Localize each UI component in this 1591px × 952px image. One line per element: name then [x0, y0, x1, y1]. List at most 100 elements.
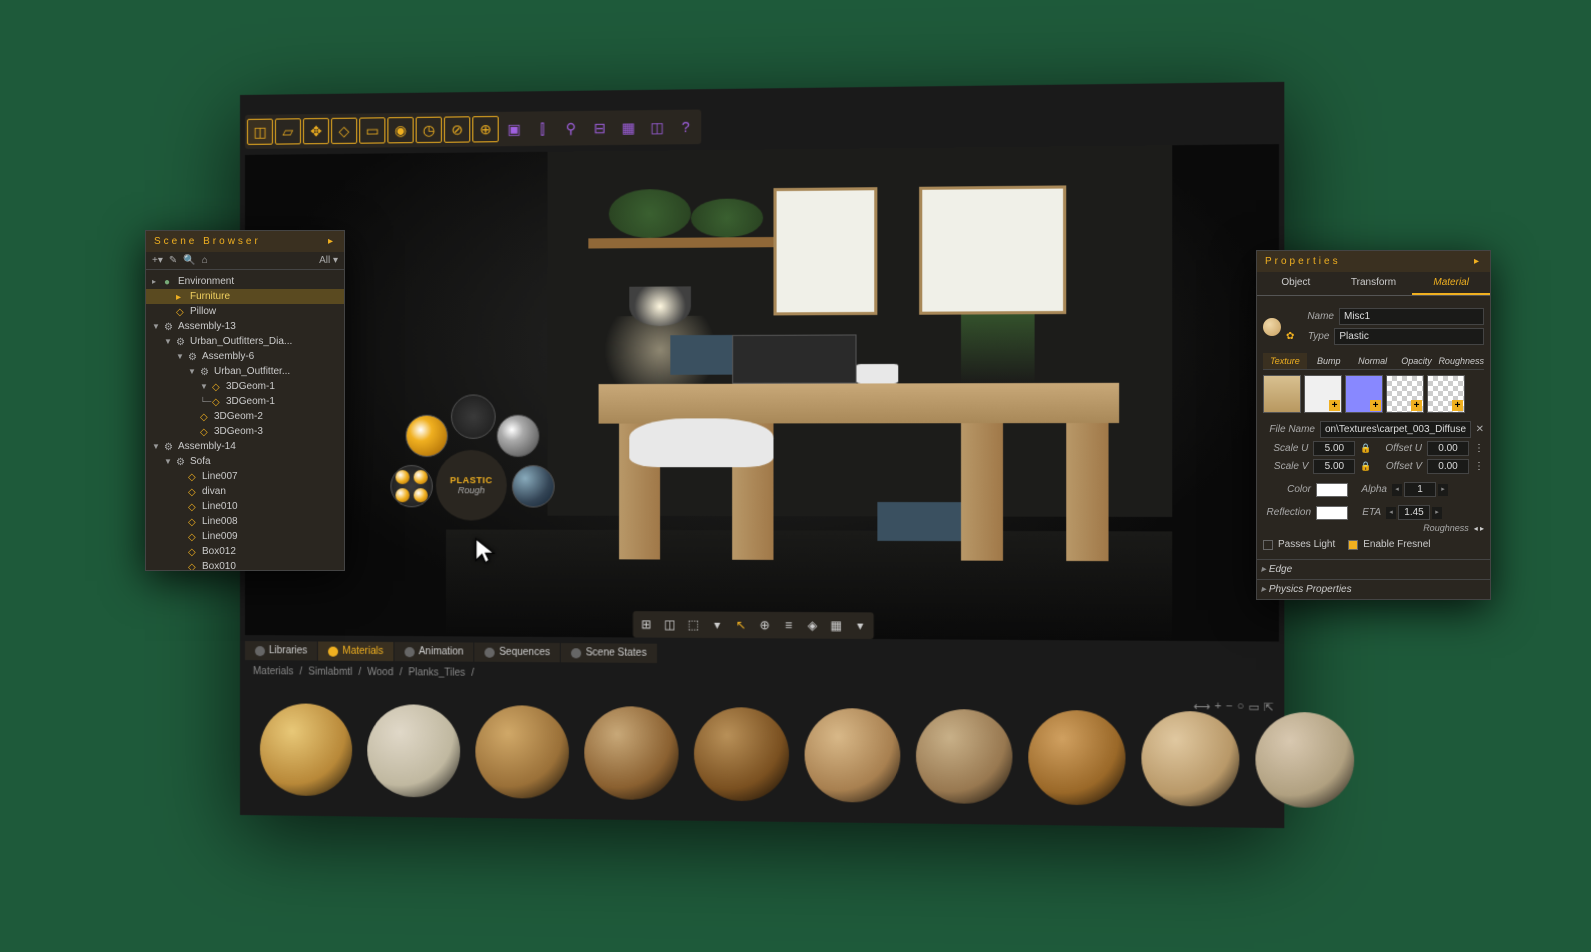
tree-item[interactable]: ▼⚙Assembly-14 [146, 439, 344, 454]
vt-btn[interactable]: ≡ [778, 615, 799, 636]
tree-item[interactable]: ◇Box010 [146, 559, 344, 570]
search-icon[interactable]: 🔍 [183, 255, 195, 266]
texture-swatch-bump[interactable]: + [1304, 375, 1342, 413]
material-sphere[interactable] [1255, 712, 1354, 808]
collapse-icon[interactable]: ▸ [328, 236, 336, 247]
tool-view-icon[interactable]: ◫ [247, 119, 273, 145]
radial-option[interactable] [512, 465, 555, 507]
tree-item[interactable]: ▸●Environment [146, 274, 344, 289]
material-sphere[interactable] [1028, 710, 1125, 806]
material-sphere[interactable] [367, 704, 460, 798]
radial-option[interactable] [406, 415, 448, 457]
tool-globe-icon[interactable]: ⊕ [472, 116, 498, 143]
tree-item[interactable]: ▼⚙Assembly-6 [146, 349, 344, 364]
tree-item[interactable]: ▼⚙Sofa [146, 454, 344, 469]
texture-tab-bump[interactable]: Bump [1307, 353, 1351, 369]
vt-btn[interactable]: ⬚ [683, 614, 704, 634]
material-sphere[interactable] [475, 705, 569, 799]
properties-tab-material[interactable]: Material [1412, 272, 1490, 295]
tool-360-icon[interactable]: ▣ [501, 116, 527, 143]
spin-down[interactable]: ◂ [1392, 484, 1402, 496]
tool-help-icon[interactable]: ? [672, 114, 699, 141]
tree-item[interactable]: ▼⚙Assembly-13 [146, 319, 344, 334]
radial-option[interactable] [497, 415, 540, 457]
breadcrumb-item[interactable]: Materials [253, 666, 294, 677]
scaleu-input[interactable] [1313, 441, 1355, 456]
add-icon[interactable]: +▾ [152, 255, 163, 266]
tool-clock-icon[interactable]: ◷ [416, 117, 442, 143]
tree-item[interactable]: ◇Line008 [146, 514, 344, 529]
home-icon[interactable]: ⌂ [202, 255, 208, 266]
section-edge[interactable]: Edge [1257, 559, 1490, 579]
lock-icon[interactable]: 🔒 [1360, 443, 1371, 454]
texture-tab-roughness[interactable]: Roughness [1438, 353, 1484, 369]
tree-item[interactable]: ◇Line007 [146, 469, 344, 484]
reflection-swatch[interactable] [1316, 506, 1348, 520]
offsetv-input[interactable] [1427, 459, 1469, 474]
options-icon[interactable]: ⋮ [1474, 443, 1484, 454]
vt-btn[interactable]: ◈ [802, 615, 823, 636]
tool-folder-icon[interactable]: ▱ [275, 118, 301, 144]
texture-swatch-normal[interactable]: + [1345, 375, 1383, 413]
material-sphere[interactable] [805, 708, 901, 803]
tool-cube-icon[interactable]: ◇ [331, 118, 357, 144]
tree-item[interactable]: ◇Line009 [146, 529, 344, 544]
tree-item[interactable]: ▼⚙Urban_Outfitters_Dia... [146, 334, 344, 349]
material-sphere[interactable] [260, 703, 352, 796]
tool-pin-icon[interactable]: ⚲ [558, 115, 585, 142]
tool-bracket-icon[interactable]: ⫿ [529, 115, 555, 142]
clear-icon[interactable]: ✕ [1476, 424, 1484, 435]
scalev-input[interactable] [1313, 459, 1355, 474]
tree-item[interactable]: ▸Furniture [146, 289, 344, 304]
texture-tab-opacity[interactable]: Opacity [1395, 353, 1439, 369]
tree-item[interactable]: ◇3DGeom-3 [146, 424, 344, 439]
breadcrumb-item[interactable]: Planks_Tiles [408, 667, 465, 679]
edit-icon[interactable]: ✎ [169, 255, 177, 266]
offsetu-input[interactable] [1427, 441, 1469, 456]
texture-tab-texture[interactable]: Texture [1263, 353, 1307, 369]
tool-sphere-icon[interactable]: ◉ [387, 117, 413, 143]
tree-item[interactable]: ◇divan [146, 484, 344, 499]
tree-item[interactable]: ◇3DGeom-2 [146, 409, 344, 424]
tree-item[interactable]: └─◇3DGeom-1 [146, 394, 344, 409]
bottom-tab-libraries[interactable]: Libraries [245, 641, 317, 661]
tree-item[interactable]: ▼⚙Urban_Outfitter... [146, 364, 344, 379]
tool-rect-icon[interactable]: ▭ [359, 117, 385, 143]
spin-up[interactable]: ▸ [1438, 484, 1448, 496]
type-input[interactable] [1334, 328, 1484, 345]
vt-btn[interactable]: ▾ [850, 615, 871, 636]
lock-icon[interactable]: 🔒 [1360, 461, 1371, 472]
tree-item[interactable]: ◇Pillow [146, 304, 344, 319]
vt-btn[interactable]: ◫ [660, 614, 681, 634]
material-sphere[interactable] [694, 707, 789, 802]
texture-swatch-diffuse[interactable] [1263, 375, 1301, 413]
tree-item[interactable]: ◇Line010 [146, 499, 344, 514]
texture-swatch-opacity[interactable]: + [1386, 375, 1424, 413]
name-input[interactable] [1339, 308, 1484, 325]
tool-grid1-icon[interactable]: ⊟ [586, 115, 613, 142]
color-swatch[interactable] [1316, 483, 1348, 497]
radial-option[interactable] [390, 465, 432, 507]
vt-btn[interactable]: ▦ [826, 615, 847, 636]
eta-input[interactable] [1398, 505, 1430, 520]
tool-vr-icon[interactable]: ◫ [644, 114, 671, 141]
material-sphere[interactable] [1141, 711, 1239, 807]
section-physics[interactable]: Physics Properties [1257, 579, 1490, 599]
breadcrumb-item[interactable]: Simlabmtl [308, 667, 352, 678]
panel-title-bar[interactable]: Scene Browser ▸ [146, 231, 344, 252]
panel-title-bar[interactable]: Properties ▸ [1257, 251, 1490, 272]
collapse-icon[interactable]: ▸ [1474, 256, 1482, 267]
material-sphere[interactable] [916, 709, 1012, 804]
viewport-3d[interactable]: PLASTIC Rough [245, 144, 1279, 641]
filename-input[interactable] [1320, 421, 1471, 438]
bottom-tab-materials[interactable]: Materials [318, 642, 393, 662]
tree-item[interactable]: ◇Box012 [146, 544, 344, 559]
properties-tab-transform[interactable]: Transform [1335, 272, 1413, 295]
texture-tab-normal[interactable]: Normal [1351, 353, 1395, 369]
properties-tab-object[interactable]: Object [1257, 272, 1335, 295]
texture-swatch-roughness[interactable]: + [1427, 375, 1465, 413]
tool-move-icon[interactable]: ✥ [303, 118, 329, 144]
radial-center[interactable]: PLASTIC Rough [436, 450, 507, 521]
tool-slash-icon[interactable]: ⊘ [444, 116, 470, 142]
alpha-input[interactable] [1404, 482, 1436, 497]
